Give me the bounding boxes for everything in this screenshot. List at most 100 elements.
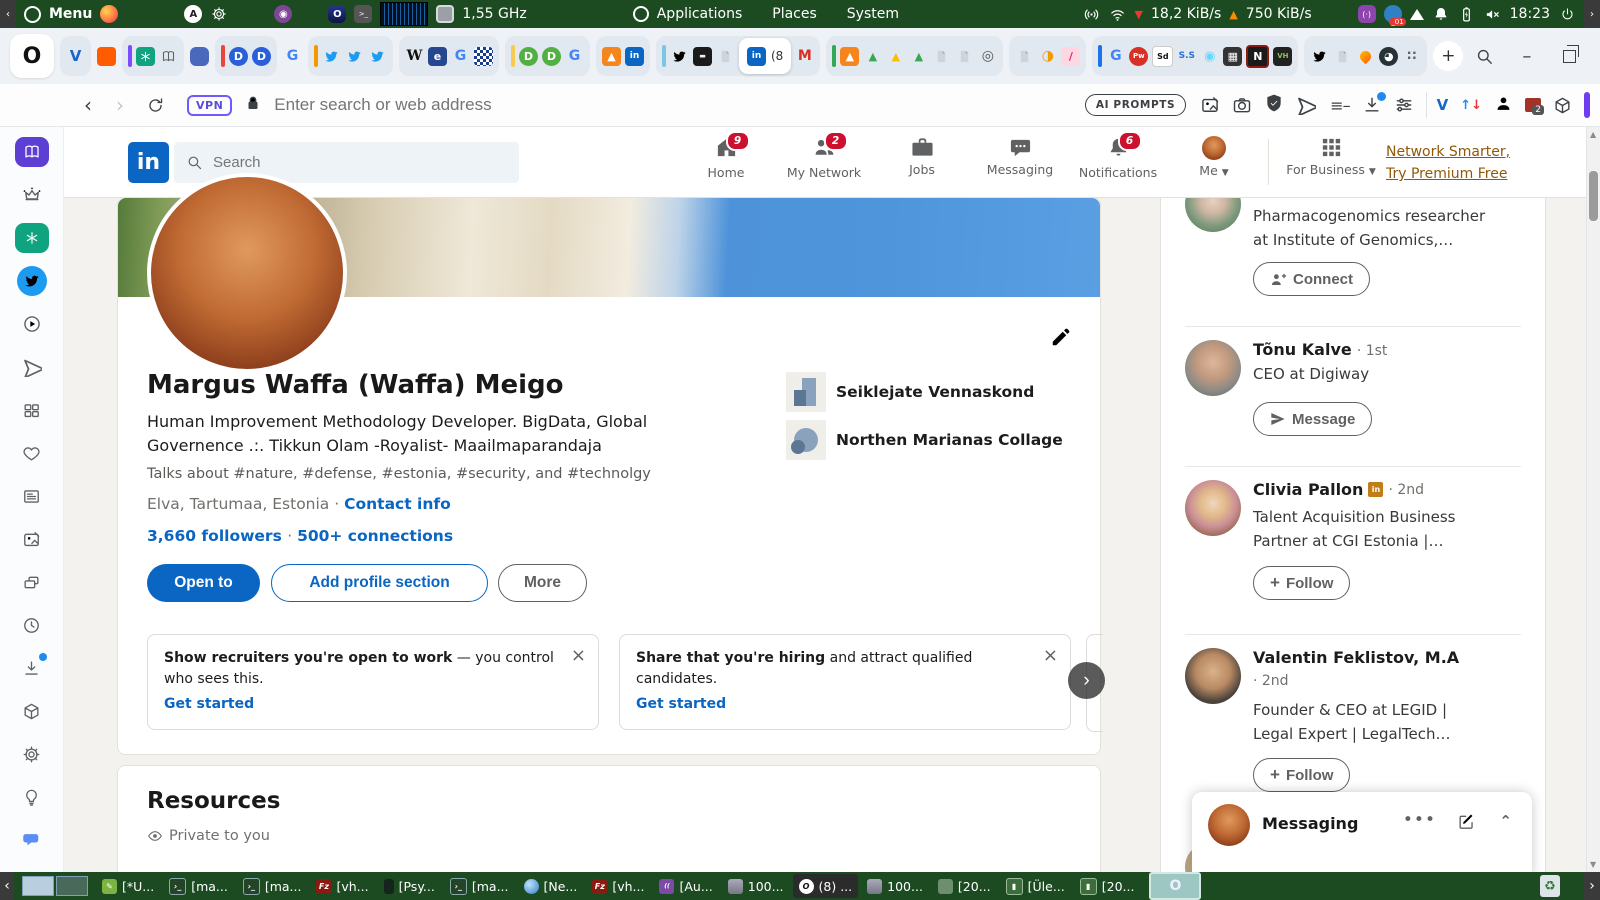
nav-notifications[interactable]: 6 Notifications <box>1072 131 1164 180</box>
tab-favicon-dgreen[interactable]: D <box>519 46 538 66</box>
ext-vpn-icon[interactable]: V <box>1437 96 1449 114</box>
wifi-strength-icon[interactable] <box>1109 5 1127 23</box>
tab-favicon-v[interactable]: V <box>66 47 85 66</box>
tab-favicon-gmail[interactable]: M <box>795 47 814 66</box>
search-tool-icon[interactable]: A <box>184 5 203 23</box>
system-monitor-graph[interactable] <box>380 2 429 26</box>
person-avatar[interactable] <box>1185 198 1241 232</box>
ext-person-icon[interactable] <box>1494 94 1513 117</box>
lock-icon[interactable] <box>244 94 262 116</box>
tab-favicon-wikipedia[interactable]: W <box>405 47 424 66</box>
back-button[interactable]: ‹ <box>84 93 92 117</box>
tab-favicon-gauge[interactable]: ◕ <box>1379 46 1399 66</box>
tab-favicon-google[interactable]: G <box>283 47 302 66</box>
network-notify-icon[interactable] <box>1409 8 1424 20</box>
tab-favicon-twitter[interactable] <box>368 47 387 66</box>
nav-home[interactable]: 9 Home <box>680 131 772 180</box>
ext-updown-icon[interactable]: ↑↓ <box>1460 98 1482 113</box>
messaging-more-icon[interactable]: ••• <box>1403 810 1436 830</box>
radio-signal-icon[interactable] <box>1083 5 1101 23</box>
places-menu[interactable]: Places <box>772 6 817 22</box>
sync-tray-icon[interactable]: _01 <box>1383 5 1406 26</box>
tab-favicon-twitter[interactable] <box>670 47 689 66</box>
scroll-up-arrow[interactable]: ▲ <box>1590 130 1596 139</box>
tab-favicon-twitter[interactable] <box>322 47 341 66</box>
battery-icon[interactable] <box>1458 5 1476 23</box>
tab-favicon-doc[interactable] <box>1333 47 1352 66</box>
scrollbar-thumb[interactable] <box>1589 171 1598 221</box>
nav-for-business[interactable]: For Business ▼ <box>1276 136 1386 177</box>
address-bar-input[interactable] <box>272 94 877 116</box>
taskbar-window[interactable]: 100... <box>722 874 790 898</box>
messaging-expand-icon[interactable]: ⌃ <box>1499 812 1512 830</box>
person-name-line[interactable]: Tõnu Kalve · 1st <box>1253 340 1387 359</box>
tab-favicon-vh[interactable]: VH <box>1273 46 1293 66</box>
tab-favicon-flame[interactable] <box>1356 47 1375 66</box>
tab-favicon-half-circle[interactable]: ◑ <box>1038 47 1057 66</box>
taskbar-window-active-opera[interactable]: O (8) ... <box>792 874 859 898</box>
follow-button[interactable]: + Follow <box>1253 566 1351 600</box>
reading-list-icon[interactable]: ≡– <box>1330 96 1350 115</box>
sidebar-feedback-icon[interactable] <box>15 825 49 855</box>
promo-carousel-next-button[interactable]: › <box>1068 662 1105 699</box>
send-to-device-icon[interactable] <box>1296 95 1317 115</box>
nav-jobs[interactable]: Jobs <box>876 136 968 177</box>
taskbar-window[interactable]: [20... <box>932 874 997 898</box>
taskbar-window[interactable]: ›_ [ma... <box>163 874 234 898</box>
tab-favicon-news[interactable]: N <box>1246 44 1270 68</box>
taskbar-window[interactable]: ▮ [Üle... <box>1000 874 1071 898</box>
tab-favicon-react[interactable]: ◉ <box>1200 47 1219 66</box>
downloads-icon[interactable] <box>1362 92 1386 115</box>
contact-info-link[interactable]: Contact info <box>344 495 451 513</box>
tab-favicon-dgreen[interactable]: D <box>542 46 561 66</box>
person-avatar[interactable] <box>1185 340 1241 396</box>
terminal-icon[interactable]: >_ <box>354 5 373 23</box>
tab-favicon-doc[interactable] <box>932 47 951 66</box>
taskbar-window[interactable]: [Psy... <box>378 874 441 898</box>
taskbar-opera-focused-button[interactable]: O <box>1149 872 1202 900</box>
tab-favicon-tri-yellow[interactable]: ▲ <box>886 47 905 66</box>
nav-my-network[interactable]: 2 My Network <box>778 131 870 180</box>
sidebar-tabs-icon[interactable] <box>15 567 49 597</box>
tab-favicon-tri-green[interactable]: ▲ <box>909 47 928 66</box>
nav-me[interactable]: Me ▼ <box>1168 136 1260 178</box>
opera-menu-button[interactable]: O <box>10 34 54 78</box>
taskbar-window[interactable]: ›_ [ma... <box>237 874 308 898</box>
get-started-link[interactable]: Get started <box>636 696 726 712</box>
followers-link[interactable]: 3,660 followers <box>147 527 282 545</box>
adblock-shield-icon[interactable] <box>1264 93 1284 117</box>
sidebar-speeddial-icon[interactable] <box>15 395 49 425</box>
tab-favicon-book[interactable] <box>159 47 178 66</box>
tab-favicon-google[interactable]: G <box>1106 47 1125 66</box>
add-profile-section-button[interactable]: Add profile section <box>271 564 488 602</box>
forward-button[interactable]: › <box>116 93 124 117</box>
connect-button[interactable]: Connect <box>1253 262 1370 296</box>
tab-favicon-d2[interactable]: D <box>252 46 271 66</box>
sidebar-telegram-icon[interactable] <box>15 352 49 382</box>
tab-favicon-pw[interactable]: Pw <box>1129 46 1149 66</box>
taskbar-window[interactable]: Fz [vh... <box>586 874 650 898</box>
ai-prompts-button[interactable]: AI PROMPTS <box>1084 94 1187 116</box>
connections-link[interactable]: 500+ connections <box>297 527 453 545</box>
sidebar-easy-setup-icon[interactable] <box>15 782 49 812</box>
person-name-line[interactable]: Clivia Pallon in · 2nd <box>1253 480 1424 499</box>
ext-cube-icon[interactable] <box>1553 96 1572 115</box>
open-to-button[interactable]: Open to <box>147 564 260 602</box>
tab-search-button[interactable] <box>1475 47 1494 66</box>
sidebar-extensions-icon[interactable] <box>15 696 49 726</box>
taskbar-collapse-icon[interactable]: ‹ <box>0 872 14 900</box>
sidebar-twitter-icon[interactable] <box>16 266 47 296</box>
notifications-bell-icon[interactable] <box>1432 5 1450 23</box>
ext-collection-icon[interactable]: 2 <box>1525 98 1544 115</box>
current-company-row[interactable]: Seiklejate Vennaskond <box>786 372 1034 412</box>
gears-icon[interactable] <box>210 5 228 23</box>
taskbar-window[interactable]: Fz [vh... <box>310 874 374 898</box>
workspace-switcher[interactable] <box>22 876 88 896</box>
tab-favicon-google[interactable]: G <box>565 47 584 66</box>
tab-favicon-tri-green[interactable]: ▲ <box>863 47 882 66</box>
person-avatar[interactable] <box>1185 480 1241 536</box>
opera-tray-icon[interactable]: O <box>328 5 347 23</box>
tab-favicon-rings[interactable]: ◎ <box>978 47 997 66</box>
tab-favicon-linkedin[interactable]: in <box>625 46 644 66</box>
tab-favicon-doc[interactable] <box>955 47 974 66</box>
